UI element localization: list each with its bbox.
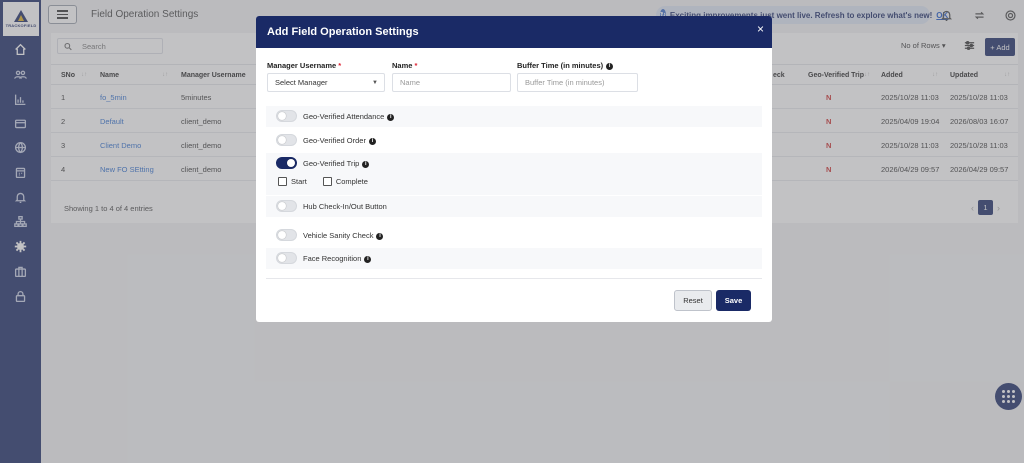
add-field-operation-modal: Add Field Operation Settings × Manager U… <box>256 16 772 322</box>
option-label: Hub Check-In/Out Button <box>303 202 387 211</box>
info-icon[interactable]: i <box>364 255 372 263</box>
option-label-text: Face Recognition <box>303 254 362 263</box>
option-label-text: Geo-Verified Trip <box>303 159 360 168</box>
modal-title: Add Field Operation Settings <box>267 26 419 38</box>
complete-checkbox[interactable] <box>322 177 332 186</box>
start-checkbox[interactable] <box>278 177 287 186</box>
option-geo-verified-trip: Geo-Verified Trip i <box>266 153 762 195</box>
option-label-text: Geo-Verified Order <box>303 136 366 145</box>
buffer-time-input[interactable]: Buffer Time (in minutes) <box>517 73 638 92</box>
info-icon[interactable]: i <box>387 113 395 121</box>
option-label: Geo-Verified Order i <box>303 136 376 145</box>
option-geo-verified-attendance: Geo-Verified Attendance i <box>266 106 762 127</box>
option-label-text: Geo-Verified Attendance <box>303 112 385 121</box>
option-label: Face Recognition i <box>303 254 372 263</box>
complete-checkbox-label: Complete <box>335 177 368 186</box>
buffer-label-text: Buffer Time (in minutes) <box>517 61 604 70</box>
required-mark: * <box>338 61 342 70</box>
manager-select[interactable]: Select Manager ▼ <box>267 73 385 92</box>
required-mark: * <box>414 61 418 70</box>
option-vehicle-sanity-check: Vehicle Sanity Check i <box>266 225 762 246</box>
option-geo-verified-order: Geo-Verified Order i <box>266 130 762 151</box>
manager-label-text: Manager Username <box>267 61 337 70</box>
info-icon[interactable]: i <box>376 232 384 240</box>
chevron-down-icon: ▼ <box>372 80 378 86</box>
close-icon[interactable]: × <box>757 23 764 35</box>
option-label: Geo-Verified Trip i <box>303 159 370 168</box>
manager-username-label: Manager Username * <box>267 61 341 70</box>
name-input[interactable]: Name <box>392 73 511 92</box>
reset-button[interactable]: Reset <box>674 290 712 311</box>
info-icon[interactable]: i <box>362 160 370 168</box>
buffer-time-label: Buffer Time (in minutes) i <box>517 61 614 70</box>
name-label-text: Name <box>392 61 413 70</box>
info-icon[interactable]: i <box>368 137 376 145</box>
modal-divider <box>266 278 762 279</box>
manager-select-value: Select Manager <box>275 78 328 87</box>
vehicle-sanity-toggle[interactable] <box>276 229 297 241</box>
name-placeholder: Name <box>400 78 421 87</box>
geo-attendance-toggle[interactable] <box>276 110 297 122</box>
hub-check-toggle[interactable] <box>276 200 297 212</box>
geo-order-toggle[interactable] <box>276 134 297 146</box>
option-label: Vehicle Sanity Check i <box>303 231 384 240</box>
option-label-text: Vehicle Sanity Check <box>303 231 374 240</box>
trip-checkbox-group: Start Complete <box>278 177 380 186</box>
option-label: Geo-Verified Attendance i <box>303 112 395 121</box>
face-recognition-toggle[interactable] <box>276 252 297 264</box>
name-label: Name * <box>392 61 417 70</box>
info-icon[interactable]: i <box>606 62 614 70</box>
buffer-placeholder: Buffer Time (in minutes) <box>525 78 605 87</box>
option-face-recognition: Face Recognition i <box>266 248 762 269</box>
modal-header: Add Field Operation Settings × <box>256 16 772 48</box>
geo-trip-toggle[interactable] <box>276 157 297 169</box>
option-hub-check-in-out: Hub Check-In/Out Button <box>266 196 762 217</box>
start-checkbox-label: Start <box>291 177 307 186</box>
save-button[interactable]: Save <box>716 290 751 311</box>
